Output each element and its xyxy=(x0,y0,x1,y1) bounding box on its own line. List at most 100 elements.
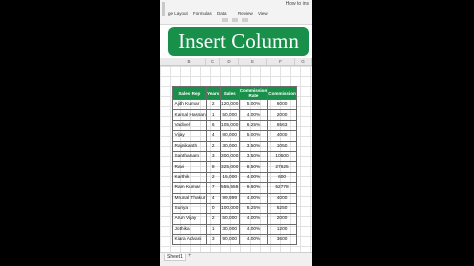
table-cell[interactable]: 600 xyxy=(267,171,297,184)
table-cell[interactable]: 6.25% xyxy=(238,119,269,132)
table-cell[interactable]: 2 xyxy=(205,171,221,184)
table-cell[interactable]: 105,000 xyxy=(219,119,240,132)
table-cell[interactable]: 6250 xyxy=(267,202,297,215)
table-row: Kiara Advani 3 90,000 4.00% 3600 xyxy=(172,234,297,246)
column-header-c[interactable]: C xyxy=(206,58,220,65)
tab-review[interactable]: Review xyxy=(238,11,253,16)
table-cell[interactable]: Kamal Hassan xyxy=(172,109,207,121)
table-cell[interactable]: Kiara Advani xyxy=(172,234,207,246)
ribbon-icon[interactable] xyxy=(232,18,238,22)
column-header-f[interactable]: F xyxy=(267,58,295,65)
table-cell[interactable]: Jothika xyxy=(172,223,207,236)
table-cell[interactable]: Karthik xyxy=(172,171,207,184)
table-cell[interactable]: 2 xyxy=(205,140,221,152)
table-cell[interactable]: 52778 xyxy=(267,182,297,194)
table-cell[interactable]: 3600 xyxy=(267,234,297,246)
table-cell[interactable]: 50,000 xyxy=(219,213,240,225)
table-cell[interactable]: 9.50% xyxy=(238,182,269,194)
header-commission[interactable]: Commission xyxy=(267,86,297,100)
table-cell[interactable]: 8 xyxy=(205,161,221,173)
table-cell[interactable]: 2 xyxy=(205,213,221,225)
column-header-b[interactable]: B xyxy=(173,58,206,65)
table-cell[interactable]: 300,000 xyxy=(219,150,240,163)
table-row: Ravi 8 325,000 8.50% 27625 xyxy=(172,161,297,173)
column-header-g[interactable]: G xyxy=(295,58,312,65)
table-cell[interactable]: 3.50% xyxy=(238,140,269,152)
table-row: Suriya 0 100,000 6.25% 6250 xyxy=(172,202,297,215)
table-cell[interactable]: 6000 xyxy=(267,98,297,111)
table-cell[interactable]: 120,000 xyxy=(219,98,240,111)
table-cell[interactable]: 4 xyxy=(205,192,221,204)
table-cell[interactable]: 2000 xyxy=(267,213,297,225)
table-cell[interactable]: 6.25% xyxy=(238,202,269,215)
table-cell[interactable]: 30,000 xyxy=(219,140,240,152)
table-cell[interactable]: 5.00% xyxy=(238,130,269,142)
table-cell[interactable]: 80,000 xyxy=(219,130,240,142)
table-row: Mrunal Thakur 4 99,999 4.00% 4000 xyxy=(172,192,297,204)
table-cell[interactable]: Ram Kumar xyxy=(172,182,207,194)
table-cell[interactable]: 2 xyxy=(205,98,221,111)
column-header-d[interactable]: D xyxy=(220,58,239,65)
sheet-tab[interactable]: Sheet1 xyxy=(164,254,186,261)
table-row: Kamal Hassan 1 50,000 4.00% 2000 xyxy=(172,109,297,121)
column-header-e[interactable]: E xyxy=(239,58,267,65)
table-cell[interactable]: 4.00% xyxy=(238,171,269,184)
table-cell[interactable]: 4.00% xyxy=(238,234,269,246)
table-cell[interactable]: 30,000 xyxy=(219,223,240,236)
tab-data[interactable]: Data xyxy=(217,11,227,16)
table-cell[interactable]: 4.00% xyxy=(238,213,269,225)
table-cell[interactable]: 7 xyxy=(205,182,221,194)
table-cell[interactable]: 27625 xyxy=(267,161,297,173)
table-cell[interactable]: 4000 xyxy=(267,192,297,204)
table-cell[interactable]: 4.00% xyxy=(238,192,269,204)
table-cell[interactable]: 1200 xyxy=(267,223,297,236)
table-cell[interactable]: 6 xyxy=(205,119,221,132)
table-cell[interactable]: Vijay xyxy=(172,130,207,142)
tab-formulas[interactable]: Formulas xyxy=(193,11,212,16)
table-cell[interactable]: 1 xyxy=(205,223,221,236)
table-cell[interactable]: 4.00% xyxy=(238,223,269,236)
table-cell[interactable]: 1 xyxy=(205,109,221,121)
table-row: Rajnikanth 2 30,000 3.50% 1050 xyxy=(172,140,297,152)
table-cell[interactable]: Suriya xyxy=(172,202,207,215)
table-cell[interactable]: Santhanam xyxy=(172,150,207,163)
table-cell[interactable]: 555,555 xyxy=(219,182,240,194)
table-cell[interactable]: 100,000 xyxy=(219,202,240,215)
table-cell[interactable]: 50,000 xyxy=(219,109,240,121)
table-cell[interactable]: 5.00% xyxy=(238,98,269,111)
table-cell[interactable]: Rajnikanth xyxy=(172,140,207,152)
ribbon-icon[interactable] xyxy=(222,18,228,22)
header-commission-rate[interactable]: Commission Rate xyxy=(238,86,269,100)
banner-title: Insert Column xyxy=(178,29,299,53)
table-cell[interactable]: Ravi xyxy=(172,161,207,173)
header-sales[interactable]: Sales xyxy=(219,86,240,100)
table-cell[interactable]: 2000 xyxy=(267,109,297,121)
table-cell[interactable]: Vadivel xyxy=(172,119,207,132)
table-cell[interactable]: 3.50% xyxy=(238,150,269,163)
table-cell[interactable]: 325,000 xyxy=(219,161,240,173)
add-sheet-button[interactable]: + xyxy=(188,253,192,259)
table-cell[interactable]: 4 xyxy=(205,130,221,142)
table-cell[interactable]: 99,999 xyxy=(219,192,240,204)
table-cell[interactable]: Arun Vijay xyxy=(172,213,207,225)
table-cell[interactable]: 3 xyxy=(205,150,221,163)
table-cell[interactable]: 4.00% xyxy=(238,109,269,121)
table-cell[interactable]: 10500 xyxy=(267,150,297,163)
tab-page-layout[interactable]: ge Layout xyxy=(168,11,188,16)
table-cell[interactable]: 3 xyxy=(205,234,221,246)
table-cell[interactable]: 15,000 xyxy=(219,171,240,184)
table-row: Karthik 2 15,000 4.00% 600 xyxy=(172,171,297,184)
header-years[interactable]: Years xyxy=(205,86,221,100)
table-cell[interactable]: 8.50% xyxy=(238,161,269,173)
table-cell[interactable]: 4000 xyxy=(267,130,297,142)
ribbon-icon[interactable] xyxy=(242,18,248,22)
tab-view[interactable]: View xyxy=(258,11,268,16)
table-cell[interactable]: 1050 xyxy=(267,140,297,152)
table-cell[interactable]: Ajith Kumar xyxy=(172,98,207,111)
table-cell[interactable]: 6563 xyxy=(267,119,297,132)
window-title: How to ins xyxy=(285,1,309,7)
header-sales-rep[interactable]: Sales Rep xyxy=(172,86,207,100)
table-cell[interactable]: 0 xyxy=(205,202,221,215)
table-cell[interactable]: 90,000 xyxy=(219,234,240,246)
table-cell[interactable]: Mrunal Thakur xyxy=(172,192,207,204)
